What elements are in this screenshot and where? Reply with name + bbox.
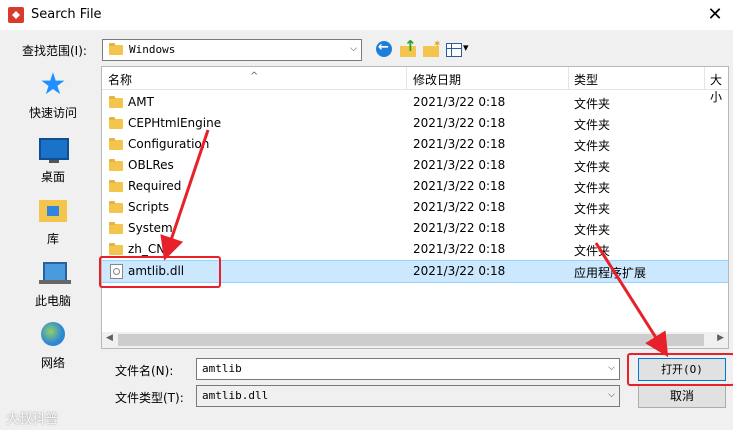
annotation-arrows: [160, 129, 669, 358]
arrow-to-open: [594, 242, 669, 358]
watermark-text: 大叔科普: [6, 412, 59, 427]
arrow-to-file: [160, 129, 210, 261]
